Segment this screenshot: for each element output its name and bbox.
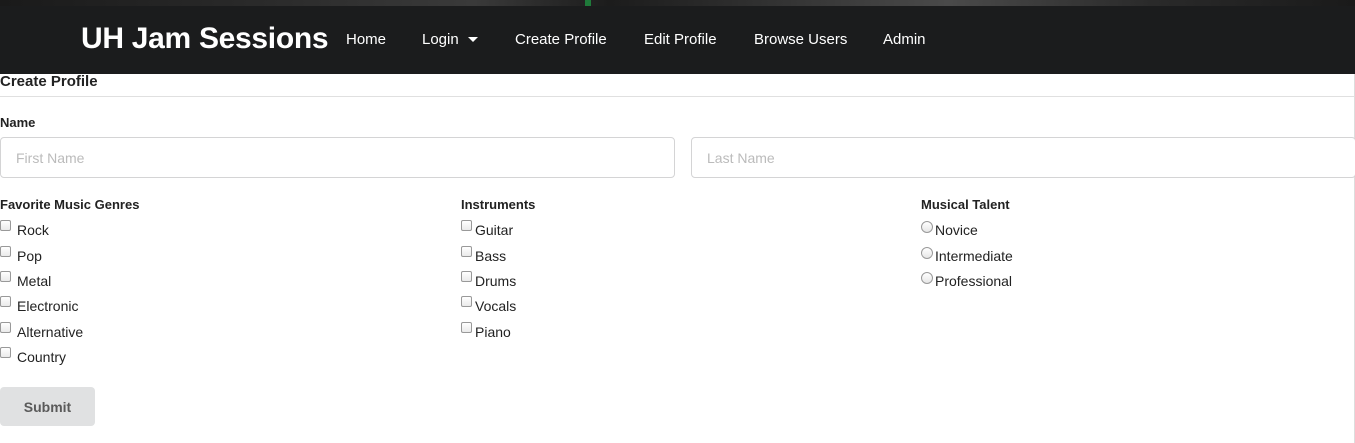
page-title: Create Profile — [0, 73, 98, 90]
nav-admin[interactable]: Admin — [883, 31, 926, 48]
genre-checkbox[interactable] — [0, 347, 11, 358]
last-name-input[interactable] — [691, 137, 1355, 178]
talent-radio[interactable] — [921, 221, 933, 233]
genre-checkbox[interactable] — [0, 322, 11, 333]
genre-option[interactable]: Pop — [0, 246, 42, 264]
genre-option[interactable]: Country — [0, 347, 67, 365]
talent-option-label: Professional — [935, 273, 1013, 289]
genre-option[interactable]: Electronic — [0, 296, 79, 314]
nav-edit-profile[interactable]: Edit Profile — [644, 31, 717, 48]
nav-login-label: Login — [422, 31, 459, 48]
talent-option[interactable]: Novice — [921, 221, 978, 238]
talent-option[interactable]: Professional — [921, 272, 1013, 289]
genre-option[interactable]: Metal — [0, 271, 52, 289]
genre-label: Alternative — [17, 324, 84, 340]
instrument-label: Piano — [475, 324, 511, 340]
first-name-input[interactable] — [0, 137, 675, 178]
genre-label: Electronic — [17, 298, 79, 314]
nav-home[interactable]: Home — [346, 31, 386, 48]
instrument-checkbox[interactable] — [461, 271, 472, 282]
instruments-label: Instruments — [461, 197, 536, 212]
instrument-option[interactable]: Bass — [461, 246, 507, 264]
genre-label: Rock — [17, 222, 49, 238]
site-brand[interactable]: UH Jam Sessions — [81, 22, 329, 56]
instrument-option[interactable]: Guitar — [461, 220, 514, 238]
instrument-checkbox[interactable] — [461, 246, 472, 257]
talent-option-label: Novice — [935, 222, 978, 238]
genre-label: Country — [17, 349, 67, 365]
instrument-label: Bass — [475, 248, 507, 264]
genre-label: Metal — [17, 273, 52, 289]
genre-option[interactable]: Alternative — [0, 322, 84, 340]
genre-checkbox[interactable] — [0, 246, 11, 257]
instrument-option[interactable]: Drums — [461, 271, 517, 289]
instrument-label: Guitar — [475, 222, 514, 238]
genre-checkbox[interactable] — [0, 220, 11, 231]
talent-label: Musical Talent — [921, 197, 1010, 212]
instrument-option[interactable]: Vocals — [461, 296, 517, 314]
instrument-label: Vocals — [475, 298, 517, 314]
instrument-checkbox[interactable] — [461, 220, 472, 231]
instrument-checkbox[interactable] — [461, 296, 472, 307]
talent-option[interactable]: Intermediate — [921, 247, 1013, 264]
name-label: Name — [0, 115, 36, 130]
instrument-label: Drums — [475, 273, 517, 289]
talent-radio[interactable] — [921, 272, 933, 284]
title-divider — [0, 96, 1354, 97]
top-navbar: UH Jam Sessions Home Login Create Profil… — [0, 6, 1355, 74]
genre-option[interactable]: Rock — [0, 220, 49, 238]
caret-down-icon — [467, 36, 478, 42]
nav-login-dropdown[interactable]: Login — [422, 31, 478, 48]
nav-create-profile[interactable]: Create Profile — [515, 31, 607, 48]
instrument-option[interactable]: Piano — [461, 322, 511, 340]
genre-checkbox[interactable] — [0, 271, 11, 282]
genre-label: Pop — [17, 248, 42, 264]
nav-browse-users[interactable]: Browse Users — [754, 31, 847, 48]
instrument-checkbox[interactable] — [461, 322, 472, 333]
genres-label: Favorite Music Genres — [0, 197, 140, 212]
genre-checkbox[interactable] — [0, 296, 11, 307]
talent-radio[interactable] — [921, 247, 933, 259]
talent-option-label: Intermediate — [935, 248, 1013, 264]
submit-button[interactable]: Submit — [0, 387, 95, 426]
